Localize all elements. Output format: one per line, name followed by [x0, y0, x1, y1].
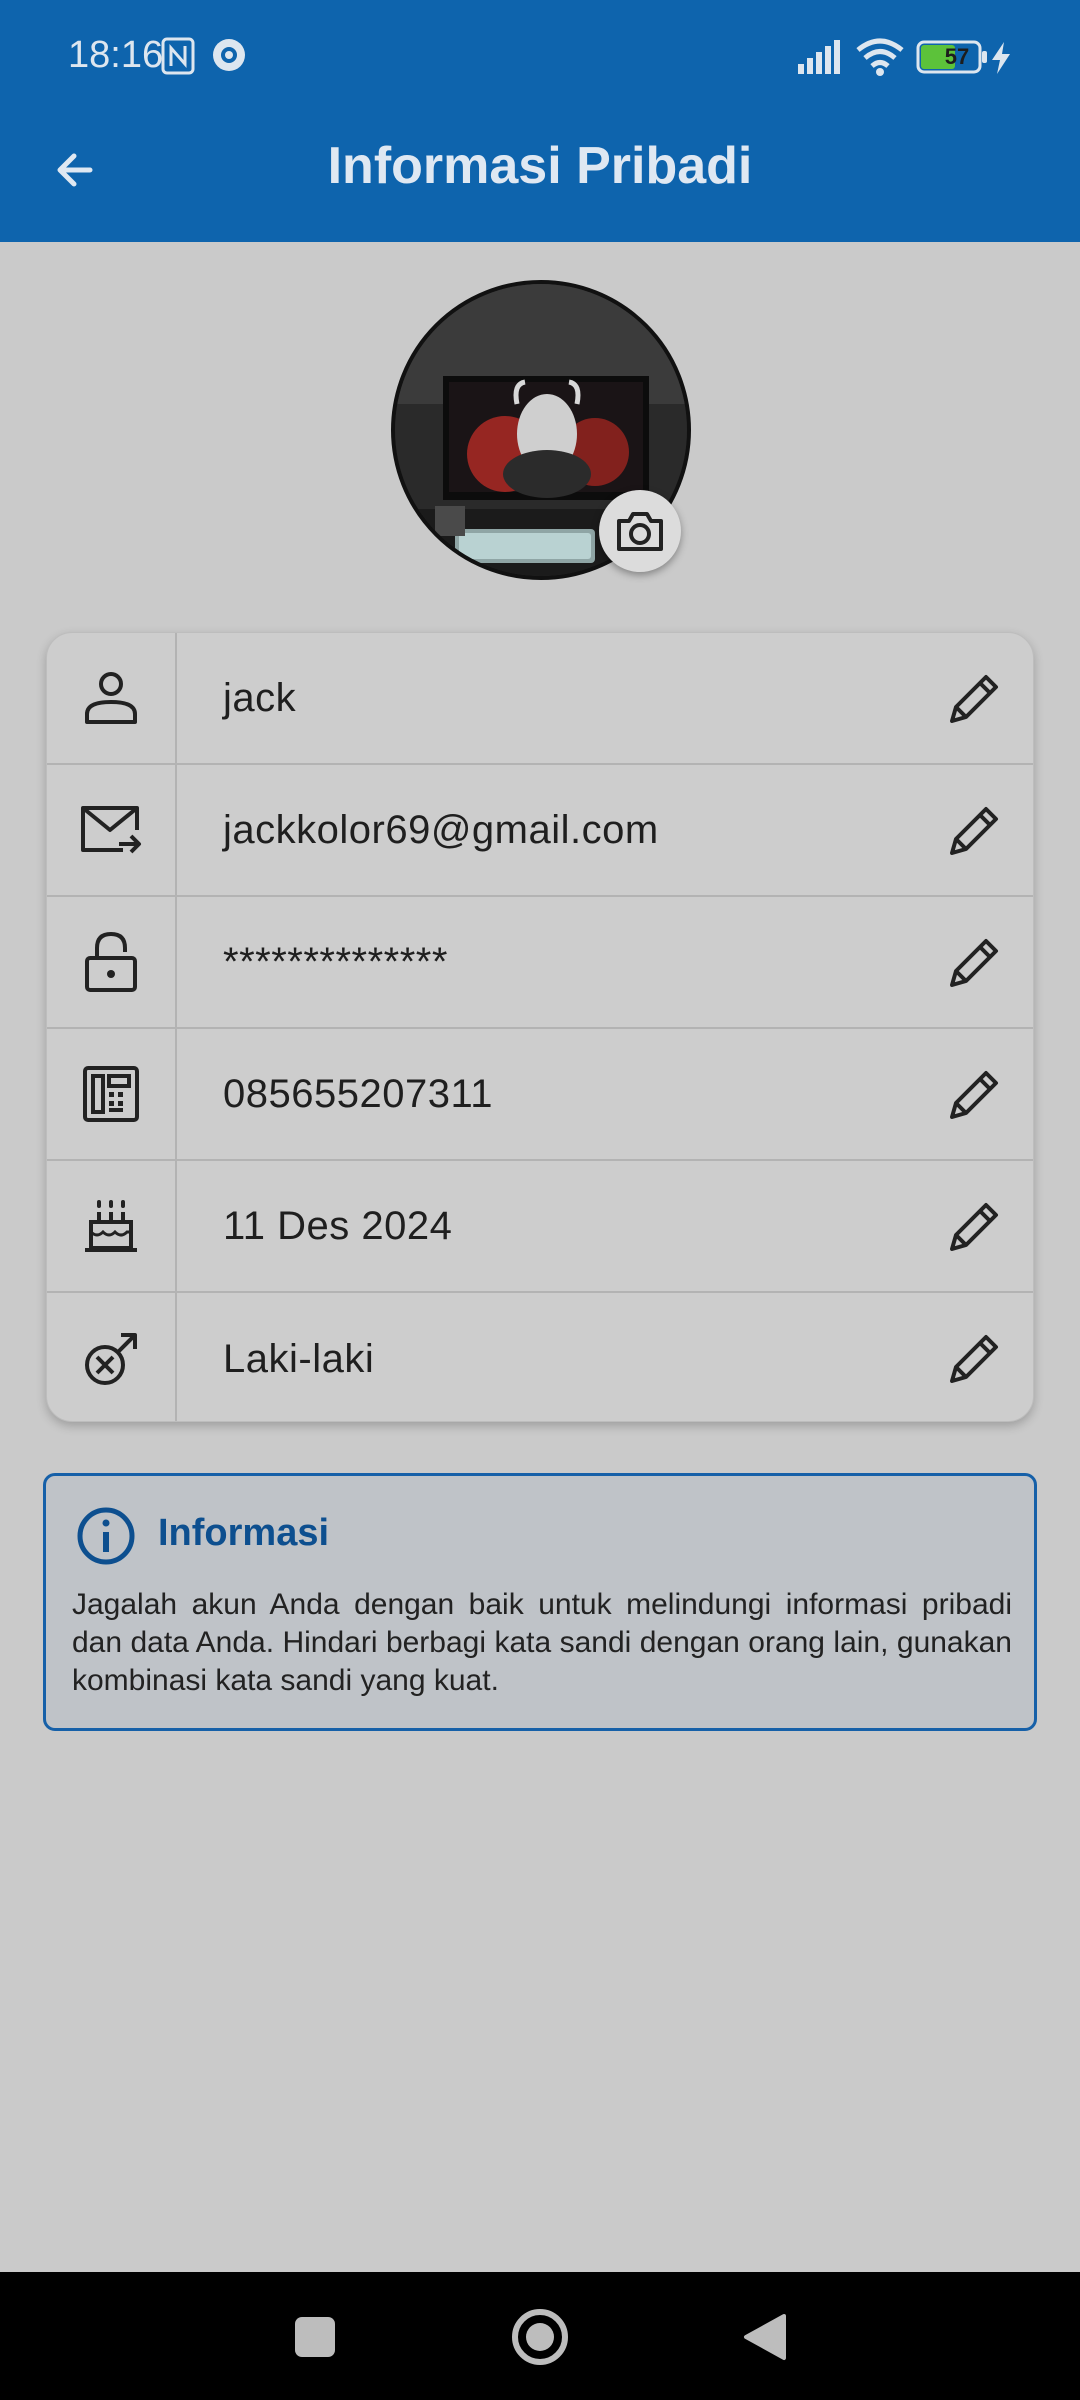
header: 18:16 57 Informasi Pribadi: [0, 0, 1080, 242]
edit-password-button[interactable]: [941, 930, 1007, 996]
battery-level: 57: [944, 44, 970, 69]
fax-phone-icon: [83, 1066, 139, 1122]
profile-info-card: jack jackkolor69@gmail.com *************…: [46, 632, 1034, 1422]
charging-icon: [990, 42, 1012, 79]
edit-birthdate-button[interactable]: [941, 1194, 1007, 1260]
email-value: jackkolor69@gmail.com: [223, 807, 659, 852]
birthdate-value: 11 Des 2024: [223, 1203, 453, 1248]
wifi-icon: [856, 38, 904, 81]
settings-status-icon: [210, 36, 248, 79]
pencil-icon: [950, 807, 998, 855]
pencil-icon: [950, 939, 998, 987]
pencil-icon: [950, 1203, 998, 1251]
row-icon-cell: [47, 897, 177, 1027]
lock-icon: [85, 931, 137, 992]
person-icon: [85, 672, 137, 724]
info-icon: [76, 1506, 136, 1571]
triangle-back-icon: [744, 2314, 786, 2360]
row-icon-cell: [47, 633, 177, 763]
system-nav-bar: [0, 2272, 1080, 2400]
nfc-icon: [160, 36, 196, 81]
avatar-section: [391, 280, 691, 580]
birthday-cake-icon: [85, 1200, 137, 1252]
gender-value: Laki-laki: [223, 1336, 375, 1381]
camera-icon: [617, 512, 663, 551]
row-icon-cell: [47, 1029, 177, 1159]
row-icon-cell: [47, 1293, 177, 1421]
password-value: **************: [223, 939, 448, 984]
edit-email-button[interactable]: [941, 798, 1007, 864]
edit-name-button[interactable]: [941, 666, 1007, 732]
signal-icon: [796, 40, 842, 79]
edit-phone-button[interactable]: [941, 1062, 1007, 1128]
status-bar: 18:16 57: [0, 0, 1080, 118]
pencil-icon: [950, 675, 998, 723]
app-bar: Informasi Pribadi: [0, 118, 1080, 242]
row-icon-cell: [47, 765, 177, 895]
status-time: 18:16: [68, 34, 164, 76]
pencil-icon: [950, 1335, 998, 1383]
field-row-password: **************: [47, 897, 1033, 1029]
home-circle-icon: [512, 2309, 568, 2365]
recents-button[interactable]: [280, 2302, 350, 2372]
mail-forward-icon: [81, 806, 141, 854]
notice-text: Jagalah akun Anda dengan baik untuk meli…: [72, 1588, 1012, 1697]
gender-male-icon: [85, 1333, 137, 1385]
field-row-gender: Laki-laki: [47, 1293, 1033, 1421]
home-button[interactable]: [505, 2300, 575, 2374]
field-row-birthdate: 11 Des 2024: [47, 1161, 1033, 1293]
back-nav-button[interactable]: [730, 2302, 800, 2372]
page-title: Informasi Pribadi: [327, 137, 753, 195]
phone-value: 085655207311: [223, 1071, 493, 1116]
notice-title: Informasi: [158, 1512, 330, 1554]
info-notice: Informasi Jagalah akun Anda dengan baik …: [43, 1473, 1037, 1731]
field-row-email: jackkolor69@gmail.com: [47, 765, 1033, 897]
edit-gender-button[interactable]: [941, 1326, 1007, 1392]
row-icon-cell: [47, 1161, 177, 1291]
field-row-name: jack: [47, 633, 1033, 765]
field-row-phone: 085655207311: [47, 1029, 1033, 1161]
name-value: jack: [223, 675, 297, 720]
pencil-icon: [950, 1071, 998, 1119]
square-icon: [295, 2317, 335, 2357]
change-photo-button[interactable]: [599, 490, 681, 572]
